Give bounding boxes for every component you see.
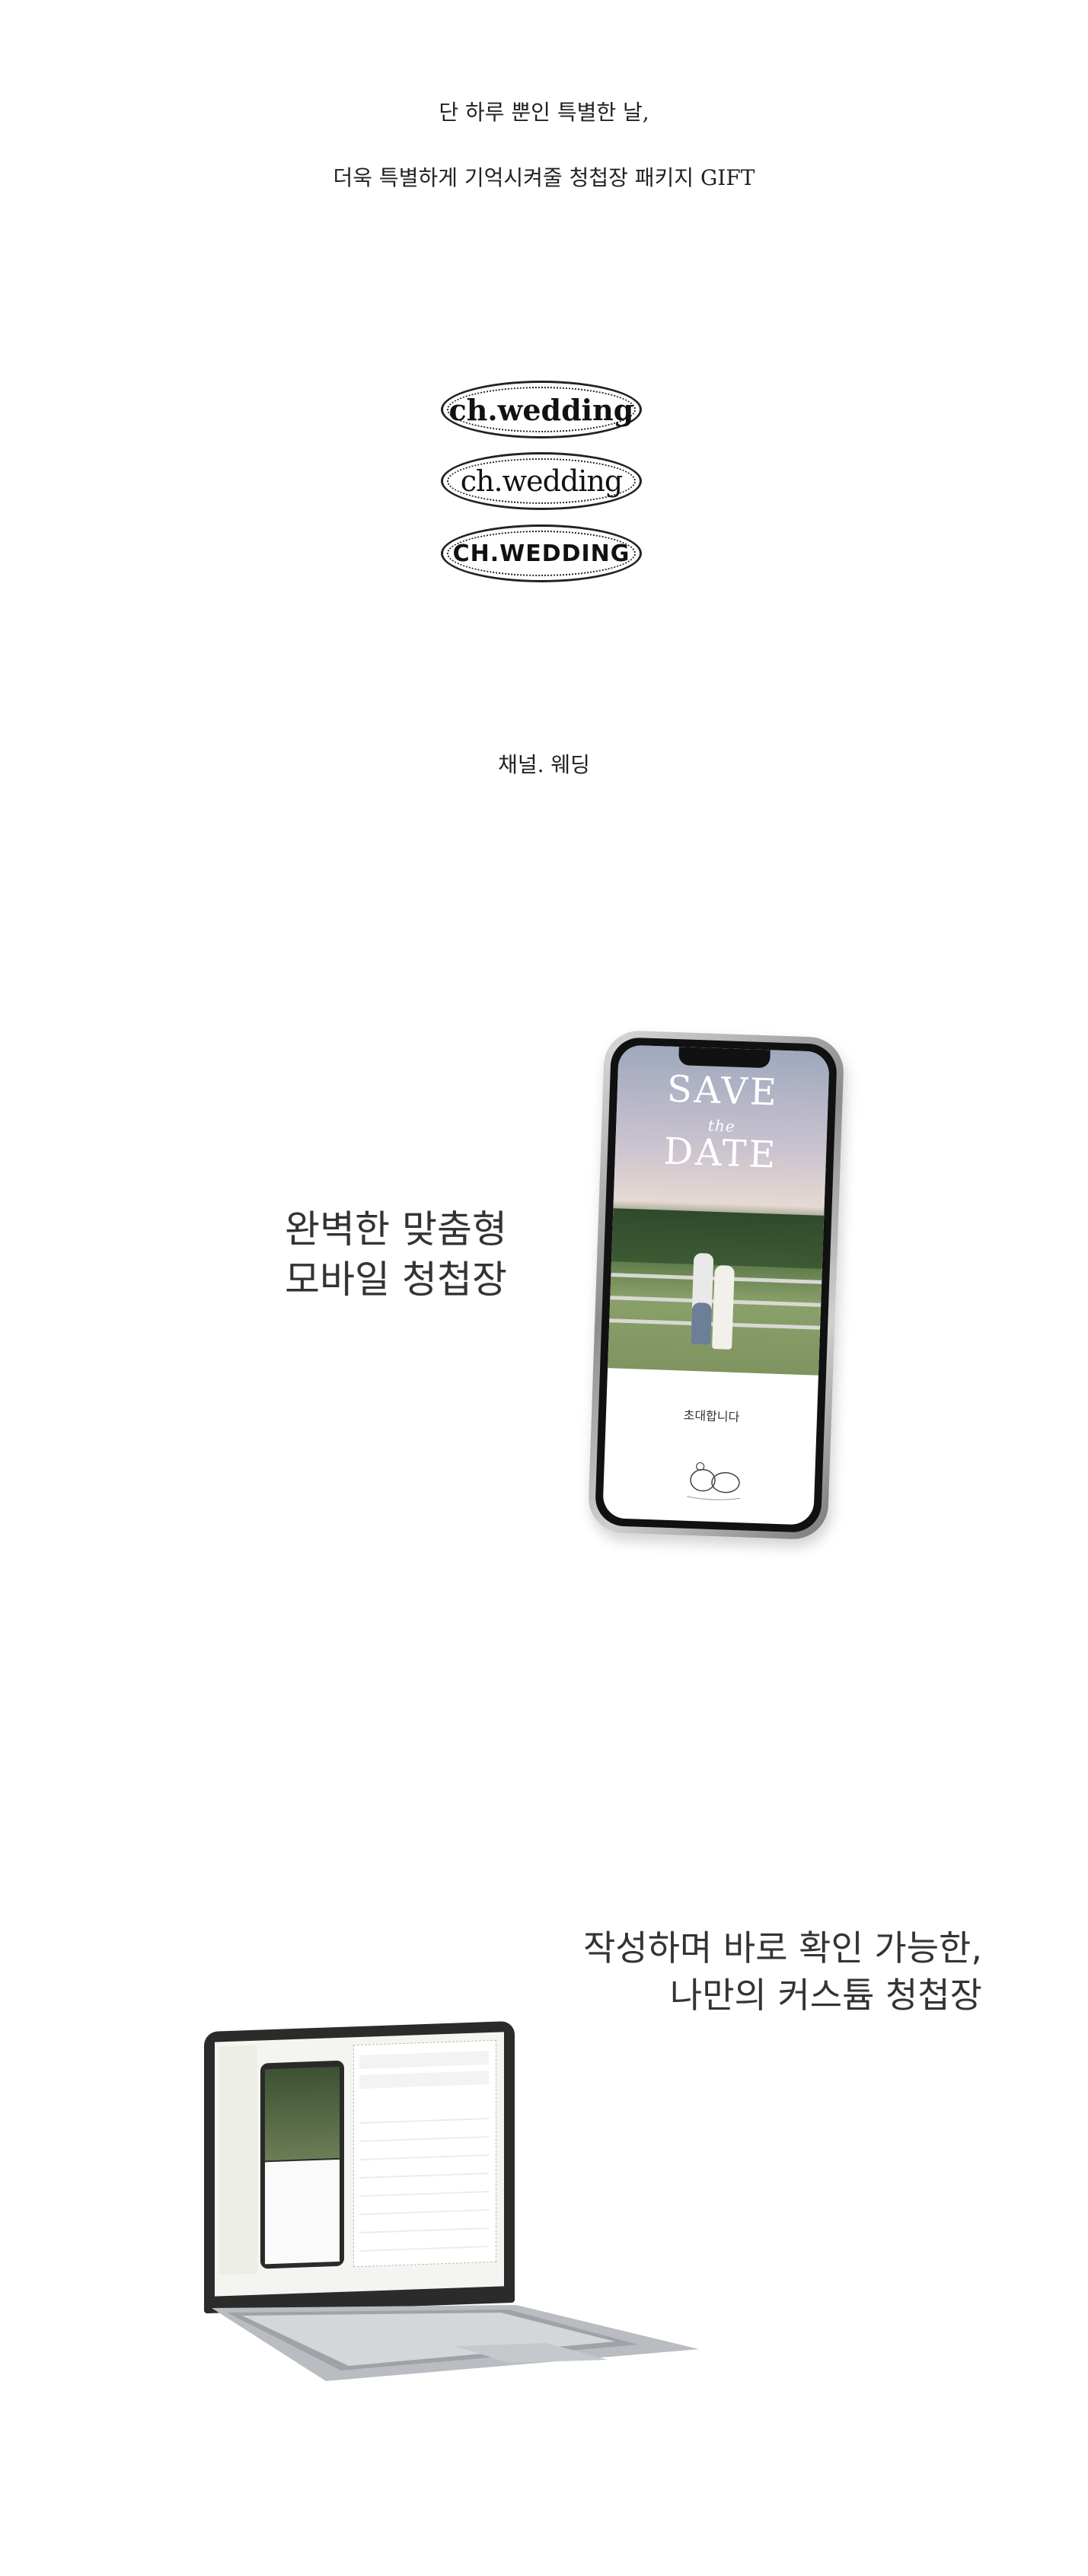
logo-badge-3: CH.WEDDING	[441, 524, 642, 582]
save-text: SAVE	[666, 1067, 780, 1114]
logo-badge-2: ch.wedding	[441, 452, 642, 510]
laptop-screen	[215, 2032, 504, 2297]
logo-badge-1: ch.wedding	[441, 381, 642, 438]
intro-line-1: 단 하루 뿐인 특별한 날,	[439, 100, 649, 125]
wedding-photo: SAVE the DATE	[608, 1044, 830, 1376]
mobile-headline: 완벽한 맞춤형 모바일 청첩장	[274, 1204, 518, 1305]
logo-text-2: ch.wedding	[460, 464, 623, 498]
laptop-headline: 작성하며 바로 확인 가능한, 나만의 커스튬 청첩장	[487, 1924, 982, 2019]
laptop-mockup	[204, 2020, 515, 2314]
brand-name: 채널. 웨딩	[498, 752, 590, 777]
mobile-headline-line-1: 완벽한 맞춤형	[285, 1207, 507, 1251]
laptop-headline-line-1: 작성하며 바로 확인 가능한,	[582, 1927, 982, 1969]
logo-text-1: ch.wedding	[448, 392, 634, 427]
laptop-keyboard-base	[212, 2305, 699, 2381]
laptop-headline-line-2: 나만의 커스튬 청첩장	[669, 1975, 982, 2016]
mobile-headline-line-2: 모바일 청첩장	[285, 1258, 507, 1302]
intro-line-2: 더욱 특별하게 기억시켜줄 청첩장 패키지 GIFT	[333, 165, 755, 190]
logo-text-3: CH.WEDDING	[452, 540, 630, 567]
phone-mockup: SAVE the DATE 초대합니다	[587, 1029, 845, 1541]
couple-illustration-icon	[687, 1462, 741, 1500]
phone-screen: SAVE the DATE 초대합니다	[602, 1044, 830, 1526]
date-text: DATE	[662, 1130, 779, 1177]
invite-text: 초대합니다	[683, 1408, 740, 1425]
